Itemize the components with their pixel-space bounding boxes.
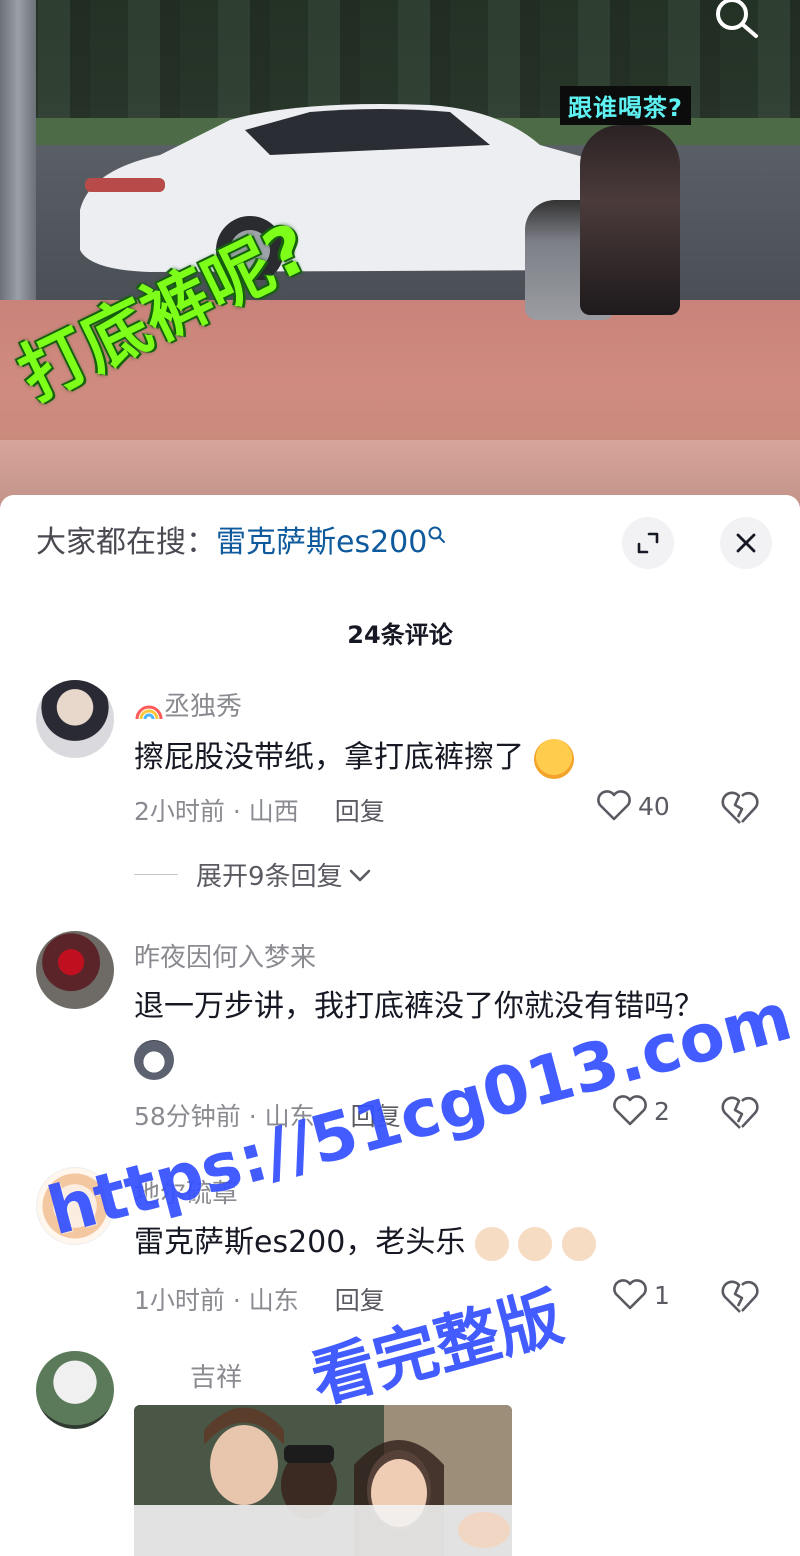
comment-text-block: 擦屁股没带纸，拿打底裤擦了 (134, 732, 734, 784)
video-player[interactable]: 跟谁喝茶? 打底裤呢? (0, 0, 800, 520)
standing-person (580, 125, 680, 315)
expand-replies-label: 展开9条回复 (196, 862, 343, 892)
comment-text: 擦屁股没带纸，拿打底裤擦了 (134, 740, 524, 775)
rainbow-icon (135, 705, 163, 719)
comment-text: 雷克萨斯es200，老头乐 (134, 1225, 466, 1260)
time-location: 1小时前 · 山东 (134, 1286, 299, 1315)
trending-search-prefix: 大家都在搜： (36, 525, 216, 560)
smile-emoji-icon (518, 1226, 553, 1261)
like-count: 2 (654, 1096, 670, 1126)
comment-meta: 2小时前 · 山西 回复 (134, 792, 385, 828)
search-mini-icon (428, 526, 446, 543)
heart-icon (613, 1279, 647, 1310)
expand-button[interactable] (622, 517, 674, 569)
search-icon[interactable] (712, 0, 760, 40)
comment-username[interactable]: 吉祥 (190, 1357, 242, 1394)
comment-text: 退一万步讲，我打底裤没了你就没有错吗？ (134, 989, 704, 1024)
heart-icon (597, 790, 631, 821)
comment-text-block: 雷克萨斯es200，老头乐 (134, 1217, 734, 1269)
close-button[interactable] (720, 517, 772, 569)
username-text: 丞独秀 (164, 692, 243, 722)
husky-emoji-icon (134, 1039, 174, 1080)
like-count: 40 (638, 791, 670, 821)
time-location: 2小时前 · 山西 (134, 797, 299, 826)
expand-icon (637, 532, 659, 554)
like-button[interactable]: 40 (596, 790, 670, 822)
reply-button[interactable]: 回复 (335, 797, 385, 826)
broken-heart-icon[interactable] (720, 1095, 760, 1131)
avatar[interactable] (36, 931, 114, 1009)
comment-count-title: 24条评论 (347, 621, 453, 649)
broken-heart-icon[interactable] (720, 790, 760, 826)
background-pole (0, 0, 36, 300)
comment-username[interactable]: 丞独秀 (134, 686, 242, 723)
smile-emoji-icon (562, 1226, 596, 1261)
smile-emoji-icon (474, 1226, 509, 1261)
avatar[interactable] (36, 1351, 114, 1429)
comment-image[interactable] (134, 1405, 512, 1556)
chevron-down-icon (349, 869, 370, 881)
like-count: 1 (654, 1280, 670, 1310)
comment-meta: 1小时前 · 山东 回复 (134, 1281, 385, 1317)
divider-line (134, 874, 178, 875)
trending-search[interactable]: 大家都在搜：雷克萨斯es200 (36, 521, 447, 565)
close-icon (736, 533, 756, 553)
avatar[interactable] (36, 680, 114, 758)
trending-search-term[interactable]: 雷克萨斯es200 (216, 525, 427, 560)
like-button[interactable]: 1 (612, 1279, 670, 1311)
sticker-caption: 跟谁喝茶? (560, 86, 691, 125)
photo-people-image (134, 1405, 512, 1556)
thinking-emoji-icon (533, 738, 574, 779)
comment-username[interactable]: 昨夜因何入梦来 (134, 937, 316, 974)
broken-heart-icon[interactable] (720, 1279, 760, 1315)
expand-replies-button[interactable]: 展开9条回复 (134, 856, 373, 893)
